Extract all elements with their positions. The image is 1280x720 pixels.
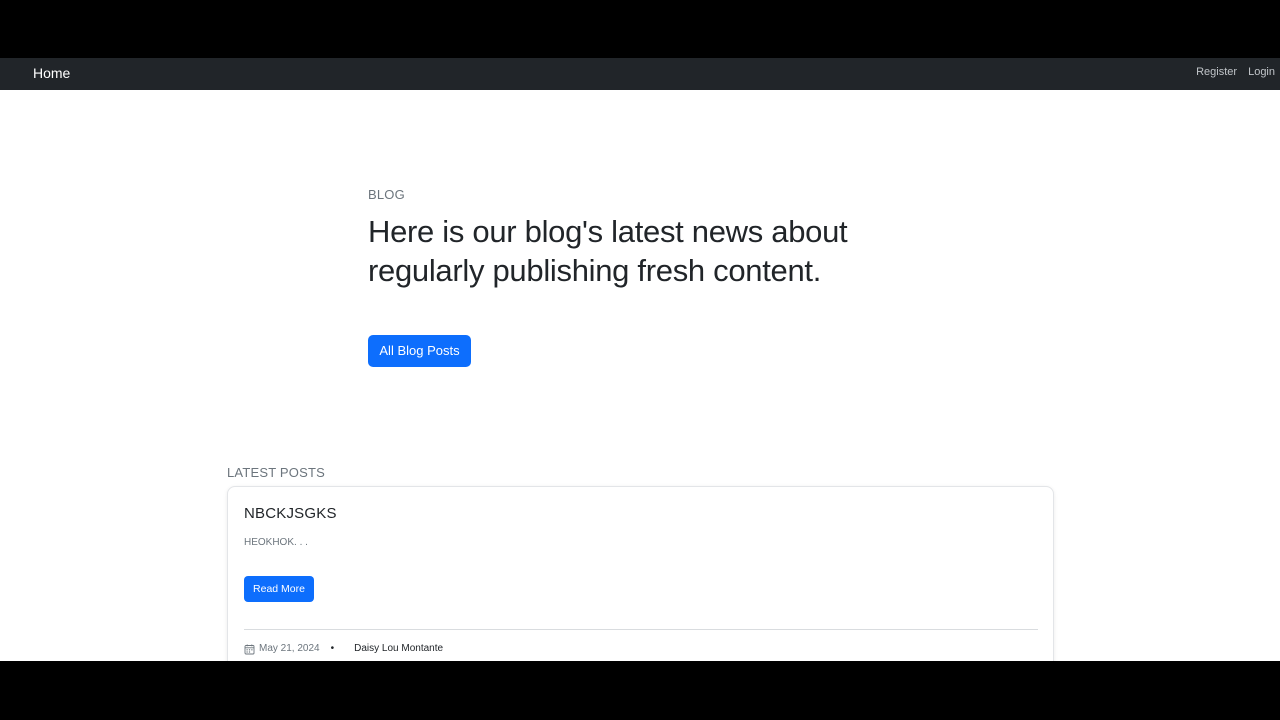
hero-title-line-1: Here is our blog's latest news about xyxy=(368,214,848,249)
meta-separator: • xyxy=(330,643,335,654)
read-more-button[interactable]: Read More xyxy=(244,576,314,602)
post-card: NBCKJSGKS HEOKHOK. . . Read More May 21,… xyxy=(227,486,1054,661)
browser-viewport: Home Register Login BLOG Here is our blo… xyxy=(0,58,1280,661)
top-navbar: Home Register Login xyxy=(0,58,1280,90)
card-divider xyxy=(244,629,1038,630)
post-excerpt: HEOKHOK. . . xyxy=(244,537,308,548)
hero-section: BLOG Here is our blog's latest news abou… xyxy=(368,188,908,290)
post-title[interactable]: NBCKJSGKS xyxy=(244,504,337,524)
nav-register-link[interactable]: Register xyxy=(1196,65,1237,79)
nav-right-links: Register Login xyxy=(1196,65,1275,79)
hero-title: Here is our blog's latest news about reg… xyxy=(368,212,908,290)
all-blog-posts-button[interactable]: All Blog Posts xyxy=(368,335,471,367)
hero-title-line-2: regularly publishing fresh content. xyxy=(368,253,822,288)
nav-login-link[interactable]: Login xyxy=(1248,65,1275,79)
latest-posts-heading: LATEST POSTS xyxy=(227,465,326,480)
post-author: Daisy Lou Montante xyxy=(354,643,444,654)
calendar-icon xyxy=(244,644,255,655)
post-meta: May 21, 2024 • Daisy Lou Montante xyxy=(244,643,443,655)
hero-eyebrow: BLOG xyxy=(368,187,405,202)
nav-home-link[interactable]: Home xyxy=(33,64,70,82)
post-date: May 21, 2024 xyxy=(259,643,320,654)
